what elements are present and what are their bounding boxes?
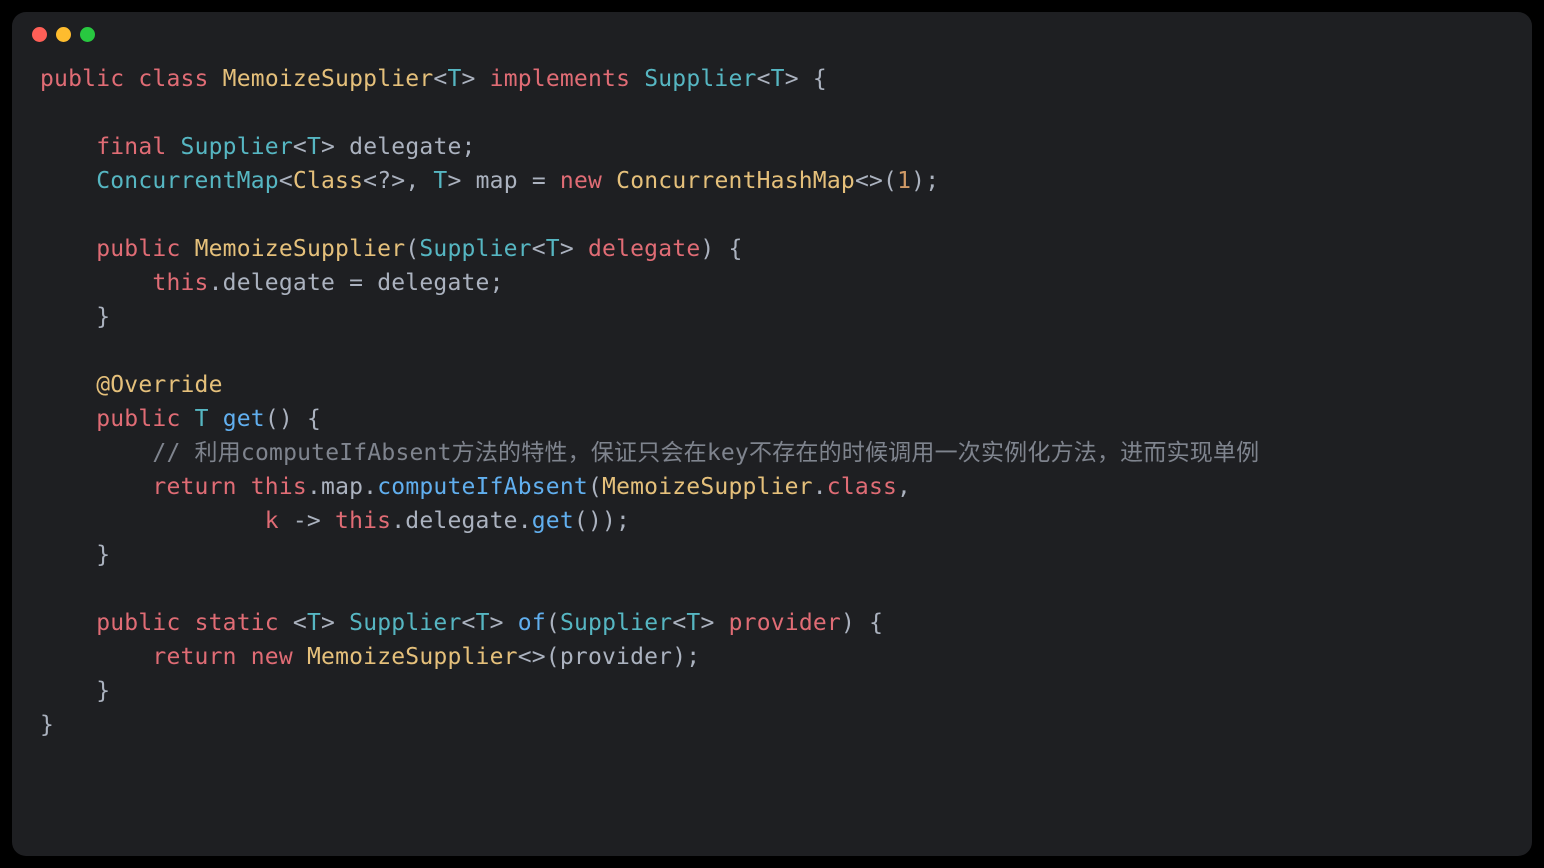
keyword: this: [251, 474, 307, 500]
type-param: T: [447, 66, 461, 92]
type-param: T: [686, 610, 700, 636]
variable: delegate: [349, 134, 461, 160]
code-area[interactable]: public class MemoizeSupplier<T> implemen…: [12, 56, 1532, 770]
keyword: new: [560, 168, 602, 194]
type: Supplier: [349, 610, 461, 636]
parameter: k: [265, 508, 279, 534]
close-button[interactable]: [32, 27, 47, 42]
keyword: public: [96, 610, 180, 636]
type-param: T: [433, 168, 447, 194]
keyword: this: [335, 508, 391, 534]
parameter: provider: [729, 610, 841, 636]
class-name: MemoizeSupplier: [307, 644, 518, 670]
keyword: public: [96, 236, 180, 262]
keyword: public: [96, 406, 180, 432]
type: Supplier: [644, 66, 756, 92]
variable: map: [476, 168, 518, 194]
type-param: T: [476, 610, 490, 636]
type: Supplier: [560, 610, 672, 636]
keyword: class: [138, 66, 208, 92]
class-name: Class: [293, 168, 363, 194]
type-param: T: [771, 66, 785, 92]
code-window: public class MemoizeSupplier<T> implemen…: [12, 12, 1532, 856]
keyword: public: [40, 66, 124, 92]
comment: // 利用computeIfAbsent方法的特性，保证只会在key不存在的时候…: [152, 440, 1259, 466]
variable: delegate: [405, 508, 517, 534]
type: ConcurrentMap: [96, 168, 279, 194]
number: 1: [897, 168, 911, 194]
keyword: class: [827, 474, 897, 500]
method: of: [518, 610, 546, 636]
parameter: delegate: [588, 236, 700, 262]
method: computeIfAbsent: [377, 474, 588, 500]
window-titlebar: [12, 12, 1532, 56]
method: get: [223, 406, 265, 432]
keyword: new: [251, 644, 293, 670]
keyword: implements: [490, 66, 630, 92]
keyword: return: [152, 644, 236, 670]
type-param: T: [307, 134, 321, 160]
type: Supplier: [181, 134, 293, 160]
variable: map: [321, 474, 363, 500]
class-name: MemoizeSupplier: [223, 66, 434, 92]
method: get: [532, 508, 574, 534]
variable: delegate: [223, 270, 335, 296]
variable: delegate: [377, 270, 489, 296]
keyword: static: [195, 610, 279, 636]
type: Supplier: [419, 236, 531, 262]
type-param: T: [307, 610, 321, 636]
type: T: [195, 406, 209, 432]
annotation: @Override: [96, 372, 222, 398]
keyword: return: [152, 474, 236, 500]
maximize-button[interactable]: [80, 27, 95, 42]
class-name: MemoizeSupplier: [602, 474, 813, 500]
minimize-button[interactable]: [56, 27, 71, 42]
type-param: T: [546, 236, 560, 262]
variable: provider: [560, 644, 672, 670]
class-name: MemoizeSupplier: [195, 236, 406, 262]
class-name: ConcurrentHashMap: [616, 168, 855, 194]
keyword: this: [152, 270, 208, 296]
keyword: final: [96, 134, 166, 160]
